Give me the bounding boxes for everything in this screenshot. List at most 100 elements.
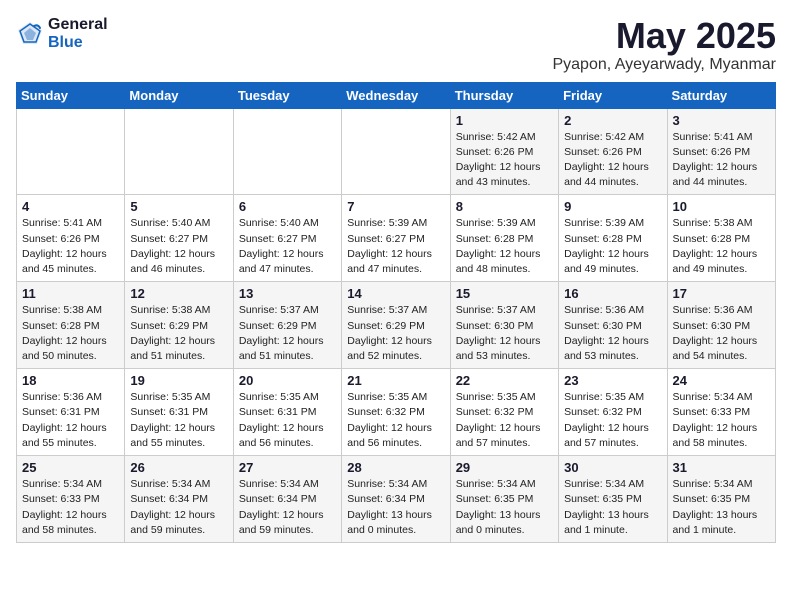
day-number: 20 <box>239 373 336 388</box>
day-number: 16 <box>564 286 661 301</box>
day-info: Sunrise: 5:36 AM Sunset: 6:31 PM Dayligh… <box>22 390 119 451</box>
weekday-header-row: SundayMondayTuesdayWednesdayThursdayFrid… <box>17 82 776 108</box>
logo-text: General Blue <box>48 16 108 51</box>
week-row-4: 18 Sunrise: 5:36 AM Sunset: 6:31 PM Dayli… <box>17 369 776 456</box>
calendar-cell: 20 Sunrise: 5:35 AM Sunset: 6:31 PM Dayli… <box>233 369 341 456</box>
calendar-cell <box>233 108 341 195</box>
day-number: 29 <box>456 460 553 475</box>
day-info: Sunrise: 5:37 AM Sunset: 6:29 PM Dayligh… <box>347 303 444 364</box>
calendar-cell: 6Sunrise: 5:40 AM Sunset: 6:27 PM Daylig… <box>233 195 341 282</box>
calendar-cell <box>17 108 125 195</box>
week-row-1: 1 Sunrise: 5:42 AM Sunset: 6:26 PM Daylig… <box>17 108 776 195</box>
day-number: 26 <box>130 460 227 475</box>
weekday-header-tuesday: Tuesday <box>233 82 341 108</box>
calendar-cell: 18 Sunrise: 5:36 AM Sunset: 6:31 PM Dayli… <box>17 369 125 456</box>
day-number: 13 <box>239 286 336 301</box>
day-info: Sunrise: 5:41 AM Sunset: 6:26 PM Dayligh… <box>22 216 119 277</box>
day-info: Sunrise: 5:37 AM Sunset: 6:29 PM Dayligh… <box>239 303 336 364</box>
day-info: Sunrise: 5:34 AM Sunset: 6:33 PM Dayligh… <box>22 477 119 538</box>
weekday-header-monday: Monday <box>125 82 233 108</box>
calendar-cell: 2 Sunrise: 5:42 AM Sunset: 6:26 PM Daylig… <box>559 108 667 195</box>
day-info: Sunrise: 5:35 AM Sunset: 6:32 PM Dayligh… <box>456 390 553 451</box>
calendar-cell: 5 Sunrise: 5:40 AM Sunset: 6:27 PM Daylig… <box>125 195 233 282</box>
day-info: Sunrise: 5:34 AM Sunset: 6:33 PM Dayligh… <box>673 390 770 451</box>
day-info: Sunrise: 5:40 AM Sunset: 6:27 PM Dayligh… <box>130 216 227 277</box>
day-number: 4 <box>22 199 119 214</box>
day-info: Sunrise: 5:34 AM Sunset: 6:35 PM Dayligh… <box>564 477 661 538</box>
day-number: 12 <box>130 286 227 301</box>
calendar-cell: 9 Sunrise: 5:39 AM Sunset: 6:28 PM Daylig… <box>559 195 667 282</box>
day-number: 27 <box>239 460 336 475</box>
calendar-cell: 10Sunrise: 5:38 AM Sunset: 6:28 PM Dayli… <box>667 195 775 282</box>
calendar-cell: 12 Sunrise: 5:38 AM Sunset: 6:29 PM Dayli… <box>125 282 233 369</box>
day-info: Sunrise: 5:40 AM Sunset: 6:27 PM Dayligh… <box>239 216 336 277</box>
calendar-cell: 29 Sunrise: 5:34 AM Sunset: 6:35 PM Dayli… <box>450 456 558 543</box>
day-number: 31 <box>673 460 770 475</box>
calendar-cell: 11Sunrise: 5:38 AM Sunset: 6:28 PM Dayli… <box>17 282 125 369</box>
day-info: Sunrise: 5:38 AM Sunset: 6:28 PM Dayligh… <box>673 216 770 277</box>
day-number: 30 <box>564 460 661 475</box>
day-number: 19 <box>130 373 227 388</box>
day-number: 2 <box>564 113 661 128</box>
logo-blue-label: Blue <box>48 34 108 52</box>
day-number: 28 <box>347 460 444 475</box>
calendar-cell: 15 Sunrise: 5:37 AM Sunset: 6:30 PM Dayli… <box>450 282 558 369</box>
day-info: Sunrise: 5:38 AM Sunset: 6:29 PM Dayligh… <box>130 303 227 364</box>
calendar-cell: 26 Sunrise: 5:34 AM Sunset: 6:34 PM Dayli… <box>125 456 233 543</box>
day-number: 5 <box>130 199 227 214</box>
day-info: Sunrise: 5:42 AM Sunset: 6:26 PM Dayligh… <box>456 130 553 191</box>
day-number: 8 <box>456 199 553 214</box>
calendar-title: May 2025 <box>552 16 776 56</box>
calendar-cell: 19Sunrise: 5:35 AM Sunset: 6:31 PM Dayli… <box>125 369 233 456</box>
day-info: Sunrise: 5:37 AM Sunset: 6:30 PM Dayligh… <box>456 303 553 364</box>
day-info: Sunrise: 5:39 AM Sunset: 6:27 PM Dayligh… <box>347 216 444 277</box>
calendar-cell: 31Sunrise: 5:34 AM Sunset: 6:35 PM Dayli… <box>667 456 775 543</box>
logo-general-label: General <box>48 16 108 34</box>
day-info: Sunrise: 5:36 AM Sunset: 6:30 PM Dayligh… <box>673 303 770 364</box>
day-number: 21 <box>347 373 444 388</box>
day-info: Sunrise: 5:39 AM Sunset: 6:28 PM Dayligh… <box>456 216 553 277</box>
day-number: 7 <box>347 199 444 214</box>
day-number: 25 <box>22 460 119 475</box>
day-info: Sunrise: 5:36 AM Sunset: 6:30 PM Dayligh… <box>564 303 661 364</box>
calendar-cell: 21 Sunrise: 5:35 AM Sunset: 6:32 PM Dayli… <box>342 369 450 456</box>
weekday-header-sunday: Sunday <box>17 82 125 108</box>
calendar-cell: 7 Sunrise: 5:39 AM Sunset: 6:27 PM Daylig… <box>342 195 450 282</box>
day-number: 18 <box>22 373 119 388</box>
calendar-cell: 24 Sunrise: 5:34 AM Sunset: 6:33 PM Dayli… <box>667 369 775 456</box>
day-info: Sunrise: 5:34 AM Sunset: 6:34 PM Dayligh… <box>239 477 336 538</box>
page-header: General Blue May 2025 Pyapon, Ayeyarwady… <box>16 16 776 74</box>
day-number: 24 <box>673 373 770 388</box>
day-info: Sunrise: 5:39 AM Sunset: 6:28 PM Dayligh… <box>564 216 661 277</box>
calendar-cell: 27 Sunrise: 5:34 AM Sunset: 6:34 PM Dayli… <box>233 456 341 543</box>
calendar-cell <box>125 108 233 195</box>
day-info: Sunrise: 5:34 AM Sunset: 6:35 PM Dayligh… <box>456 477 553 538</box>
calendar-cell: 16 Sunrise: 5:36 AM Sunset: 6:30 PM Dayli… <box>559 282 667 369</box>
weekday-header-wednesday: Wednesday <box>342 82 450 108</box>
calendar-cell: 8 Sunrise: 5:39 AM Sunset: 6:28 PM Daylig… <box>450 195 558 282</box>
calendar-table: SundayMondayTuesdayWednesdayThursdayFrid… <box>16 82 776 543</box>
day-info: Sunrise: 5:35 AM Sunset: 6:32 PM Dayligh… <box>347 390 444 451</box>
day-number: 1 <box>456 113 553 128</box>
day-number: 9 <box>564 199 661 214</box>
day-number: 17 <box>673 286 770 301</box>
day-info: Sunrise: 5:42 AM Sunset: 6:26 PM Dayligh… <box>564 130 661 191</box>
calendar-cell: 1 Sunrise: 5:42 AM Sunset: 6:26 PM Daylig… <box>450 108 558 195</box>
day-number: 23 <box>564 373 661 388</box>
week-row-3: 11Sunrise: 5:38 AM Sunset: 6:28 PM Dayli… <box>17 282 776 369</box>
day-number: 3 <box>673 113 770 128</box>
calendar-cell: 22 Sunrise: 5:35 AM Sunset: 6:32 PM Dayli… <box>450 369 558 456</box>
week-row-5: 25 Sunrise: 5:34 AM Sunset: 6:33 PM Dayli… <box>17 456 776 543</box>
calendar-cell: 14Sunrise: 5:37 AM Sunset: 6:29 PM Dayli… <box>342 282 450 369</box>
calendar-cell: 28 Sunrise: 5:34 AM Sunset: 6:34 PM Dayli… <box>342 456 450 543</box>
day-info: Sunrise: 5:41 AM Sunset: 6:26 PM Dayligh… <box>673 130 770 191</box>
day-number: 22 <box>456 373 553 388</box>
day-info: Sunrise: 5:35 AM Sunset: 6:31 PM Dayligh… <box>239 390 336 451</box>
day-number: 15 <box>456 286 553 301</box>
calendar-cell: 17 Sunrise: 5:36 AM Sunset: 6:30 PM Dayli… <box>667 282 775 369</box>
day-info: Sunrise: 5:34 AM Sunset: 6:34 PM Dayligh… <box>347 477 444 538</box>
calendar-subtitle: Pyapon, Ayeyarwady, Myanmar <box>552 56 776 74</box>
title-block: May 2025 Pyapon, Ayeyarwady, Myanmar <box>552 16 776 74</box>
logo-icon <box>16 20 44 48</box>
day-info: Sunrise: 5:34 AM Sunset: 6:34 PM Dayligh… <box>130 477 227 538</box>
